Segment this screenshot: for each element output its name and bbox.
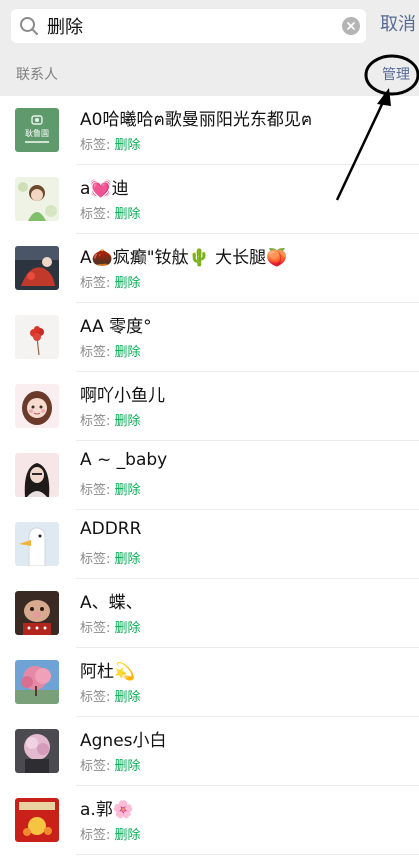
- contact-tag: 标签: 删除: [80, 824, 141, 843]
- tag-value: 删除: [114, 759, 141, 774]
- tag-value: 删除: [114, 621, 141, 636]
- avatar: [15, 177, 59, 221]
- contact-name: AA 零度°: [80, 317, 152, 337]
- contact-tag: 标签: 删除: [80, 203, 141, 222]
- contact-row[interactable]: 啊吖小鱼儿 标签: 删除: [0, 372, 419, 441]
- avatar-logo-text: 耿鲁園: [25, 128, 49, 138]
- contact-row[interactable]: AA 零度° 标签: 删除: [0, 303, 419, 372]
- contact-name: a.郭🌸: [80, 800, 134, 820]
- contact-tag: 标签: 删除: [80, 548, 141, 567]
- avatar: [15, 591, 59, 635]
- contact-name: 啊吖小鱼儿: [80, 386, 165, 406]
- avatar: [15, 660, 59, 704]
- contact-row[interactable]: A🌰疯癫"钕舦🌵 大长腿🍑 标签: 删除: [0, 234, 419, 303]
- search-box[interactable]: [11, 9, 366, 43]
- contact-name: a💓迪: [80, 179, 129, 199]
- clear-icon[interactable]: [342, 17, 360, 35]
- contact-name: Agnes小白: [80, 731, 167, 751]
- avatar: 耿鲁園: [15, 108, 59, 152]
- contact-tag: 标签: 删除: [80, 134, 141, 153]
- contact-tag: 标签: 删除: [80, 479, 141, 498]
- search-input[interactable]: [47, 13, 337, 39]
- contact-list: 耿鲁園 A0哈曦哈ฅ歌曼丽阳光东都见ฅ 标签: 删除 a💓迪 标签: 删除 A🌰…: [0, 96, 419, 863]
- contact-name: A0哈曦哈ฅ歌曼丽阳光东都见ฅ: [80, 110, 313, 130]
- search-icon: [19, 16, 39, 36]
- section-title: 联系人: [16, 67, 58, 83]
- contact-row[interactable]: a.郭🌸 标签: 删除: [0, 786, 419, 855]
- tag-value: 删除: [114, 690, 141, 705]
- manage-button[interactable]: 管理: [382, 64, 410, 84]
- contact-tag: 标签: 删除: [80, 617, 141, 636]
- tag-value: 删除: [114, 483, 141, 498]
- tag-prefix: 标签:: [80, 552, 115, 567]
- tag-prefix: 标签:: [80, 138, 115, 153]
- tag-value: 删除: [114, 414, 141, 429]
- avatar: [15, 522, 59, 566]
- contact-row[interactable]: a💓迪 标签: 删除: [0, 165, 419, 234]
- tag-prefix: 标签:: [80, 483, 115, 498]
- contact-name: 阿杜💫: [80, 662, 136, 682]
- contact-name: A ~ _baby: [80, 450, 168, 470]
- contact-row[interactable]: A ~ _baby 标签: 删除: [0, 441, 419, 510]
- contact-tag: 标签: 删除: [80, 686, 141, 705]
- tag-prefix: 标签:: [80, 345, 115, 360]
- contact-row[interactable]: 耿鲁園 A0哈曦哈ฅ歌曼丽阳光东都见ฅ 标签: 删除: [0, 96, 419, 165]
- contact-name: ADDRR: [80, 519, 142, 539]
- contact-row[interactable]: ADDRR 标签: 删除: [0, 510, 419, 579]
- tag-prefix: 标签:: [80, 759, 115, 774]
- tag-prefix: 标签:: [80, 621, 115, 636]
- contact-name: A🌰疯癫"钕舦🌵 大长腿🍑: [80, 248, 288, 268]
- tag-prefix: 标签:: [80, 690, 115, 705]
- search-bar: 取消: [0, 0, 419, 52]
- tag-value: 删除: [114, 138, 141, 153]
- contact-tag: 标签: 删除: [80, 410, 141, 429]
- avatar: [15, 729, 59, 773]
- avatar: [15, 453, 59, 497]
- tag-prefix: 标签:: [80, 828, 115, 843]
- avatar: [15, 384, 59, 428]
- contact-row[interactable]: 阿杜💫 标签: 删除: [0, 648, 419, 717]
- avatar: [15, 246, 59, 290]
- tag-prefix: 标签:: [80, 207, 115, 222]
- contact-tag: 标签: 删除: [80, 272, 141, 291]
- avatar: [15, 798, 59, 842]
- section-header: 联系人 管理: [0, 52, 419, 96]
- contact-tag: 标签: 删除: [80, 755, 141, 774]
- tag-value: 删除: [114, 828, 141, 843]
- tag-prefix: 标签:: [80, 276, 115, 291]
- tag-value: 删除: [114, 276, 141, 291]
- contact-name: A、蝶、: [80, 593, 143, 613]
- tag-value: 删除: [114, 552, 141, 567]
- tag-prefix: 标签:: [80, 414, 115, 429]
- tag-value: 删除: [114, 207, 141, 222]
- avatar: [15, 315, 59, 359]
- tag-value: 删除: [114, 345, 141, 360]
- cancel-button[interactable]: 取消: [380, 12, 416, 38]
- contact-row[interactable]: Agnes小白 标签: 删除: [0, 717, 419, 786]
- divider: [76, 854, 419, 855]
- contact-row[interactable]: A、蝶、 标签: 删除: [0, 579, 419, 648]
- contact-tag: 标签: 删除: [80, 341, 141, 360]
